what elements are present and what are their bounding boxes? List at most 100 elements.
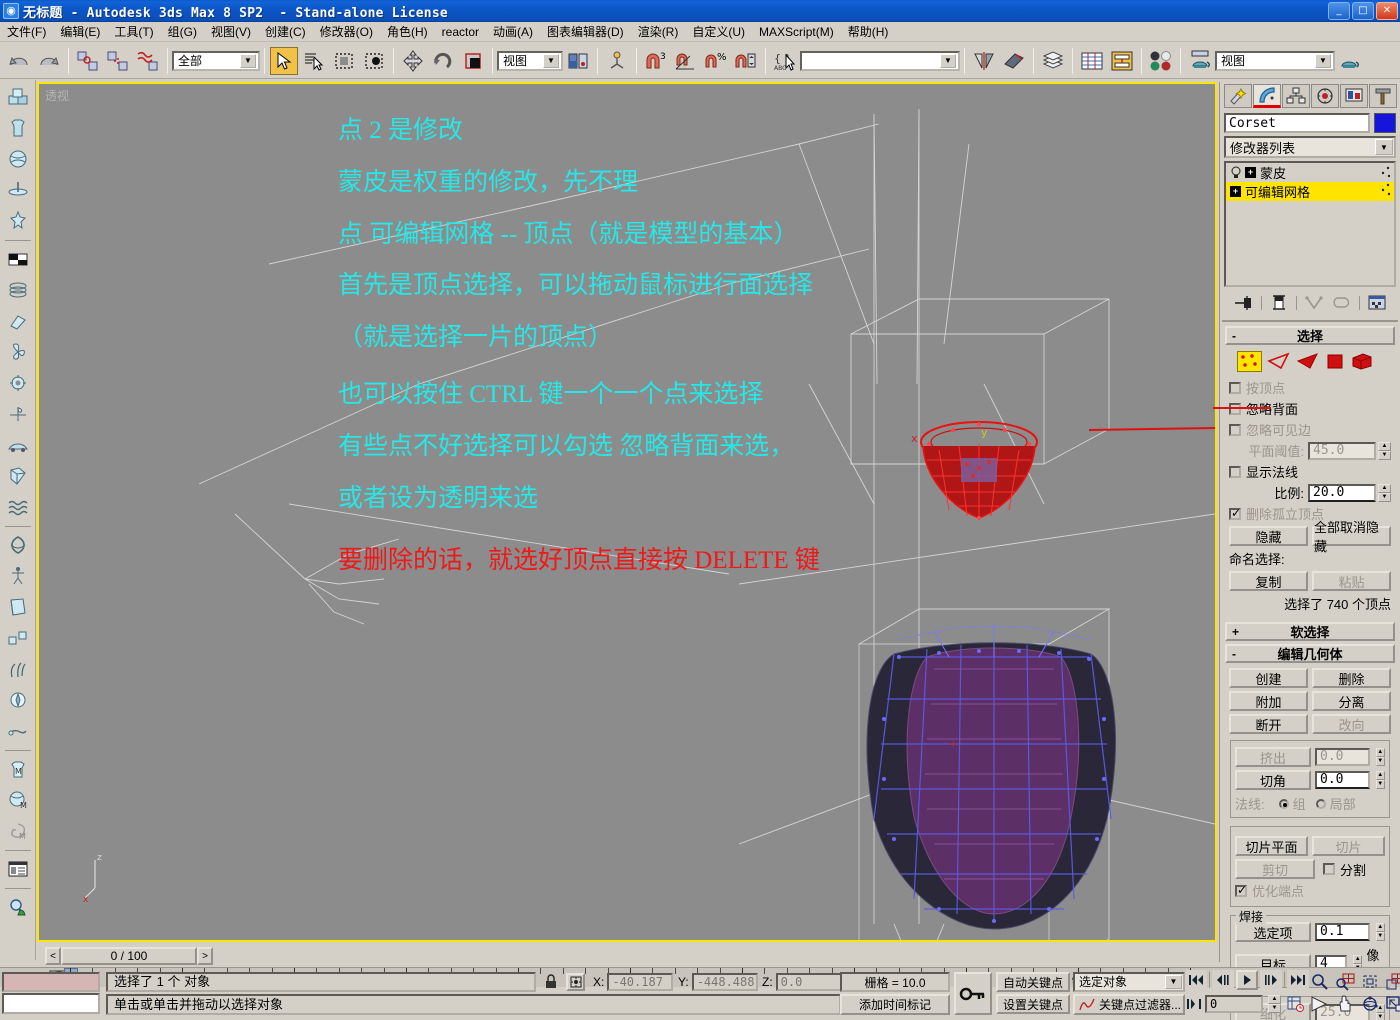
standard-primitives-icon[interactable] <box>3 82 33 112</box>
garment-maker-icon[interactable] <box>3 113 33 143</box>
chamfer-button[interactable]: 切角 <box>1235 770 1311 790</box>
chamfer-spinner[interactable]: ▲▼ <box>1376 771 1386 789</box>
go-to-start-icon[interactable] <box>1185 970 1207 990</box>
absolute-relative-transform-icon[interactable] <box>566 973 585 991</box>
maximize-button[interactable]: □ <box>1352 2 1374 20</box>
edit-geometry-rollout-header[interactable]: - 编辑几何体 <box>1225 644 1395 663</box>
motion-tab[interactable] <box>1311 84 1339 108</box>
break-button[interactable]: 断开 <box>1229 714 1308 734</box>
menu-item-6[interactable]: 修改器(O) <box>313 22 380 41</box>
show-end-result-icon[interactable] <box>1268 293 1290 313</box>
time-configuration-icon[interactable] <box>1287 996 1305 1012</box>
menu-item-8[interactable]: reactor <box>435 24 486 40</box>
modifier-stack[interactable]: +蒙皮+可编辑网格 <box>1224 161 1396 287</box>
layer-manager-icon[interactable] <box>1039 47 1067 75</box>
display-tab[interactable] <box>1340 84 1368 108</box>
spring-icon[interactable] <box>3 275 33 305</box>
menu-item-14[interactable]: 帮助(H) <box>841 22 896 41</box>
menu-item-10[interactable]: 图表编辑器(D) <box>540 22 631 41</box>
remove-modifier-icon[interactable] <box>1331 293 1353 313</box>
scale-spinner[interactable]: ▲▼ <box>1378 484 1391 502</box>
utilities-tab[interactable] <box>1369 84 1397 108</box>
garment-m-icon[interactable]: M <box>3 754 33 784</box>
water-wave-icon[interactable] <box>3 492 33 522</box>
redo-icon[interactable] <box>35 47 63 75</box>
chevron-down-icon[interactable]: ▼ <box>1315 54 1331 68</box>
chevron-down-icon[interactable]: ▼ <box>1375 139 1393 155</box>
selection-set-combo[interactable]: 选定对象 ▼ <box>1073 972 1185 992</box>
spinner-snap-icon[interactable] <box>732 47 760 75</box>
cloth-panel-icon[interactable] <box>3 461 33 491</box>
compass-icon[interactable] <box>3 685 33 715</box>
unhide-all-button[interactable]: 全部取消隐藏 <box>1312 526 1391 546</box>
select-by-name-icon[interactable] <box>300 47 328 75</box>
menu-item-13[interactable]: MAXScript(M) <box>752 24 841 40</box>
unlink-selection-icon[interactable] <box>104 47 132 75</box>
menu-item-11[interactable]: 渲染(R) <box>631 22 686 41</box>
key-mode-icon[interactable] <box>1186 998 1202 1010</box>
close-button[interactable]: ✕ <box>1376 2 1398 20</box>
delete-button[interactable]: 删除 <box>1312 668 1391 688</box>
modifier-stack-item-1[interactable]: +可编辑网格 <box>1226 182 1394 201</box>
menu-item-9[interactable]: 动画(A) <box>486 22 540 41</box>
gear-icon[interactable] <box>3 368 33 398</box>
render-scene-icon[interactable] <box>1186 47 1214 75</box>
undo-icon[interactable] <box>5 47 33 75</box>
y-field[interactable]: -448.488 <box>692 973 758 991</box>
configure-modifier-sets-icon[interactable] <box>1366 293 1388 313</box>
maxscript-mini-listener-pink[interactable] <box>2 972 100 992</box>
next-frame-arrow[interactable]: > <box>197 947 213 965</box>
detach-button[interactable]: 分离 <box>1312 691 1391 711</box>
expand-toggle-icon[interactable]: + <box>1230 186 1241 197</box>
selection-filter-combo[interactable]: 全部 ▼ <box>172 51 260 71</box>
chevron-down-icon[interactable]: ▼ <box>940 54 956 68</box>
sphere-icon[interactable] <box>3 144 33 174</box>
hair-icon[interactable] <box>3 654 33 684</box>
menu-item-4[interactable]: 视图(V) <box>204 22 258 41</box>
face-sublevel[interactable] <box>1296 352 1320 371</box>
extrude-amount-field[interactable]: 0.0 <box>1315 748 1370 766</box>
propeller-icon[interactable] <box>3 337 33 367</box>
extrude-spinner[interactable]: ▲▼ <box>1376 748 1386 766</box>
hide-button[interactable]: 隐藏 <box>1229 526 1308 546</box>
copy-objects-icon[interactable] <box>3 623 33 653</box>
cut-button[interactable]: 剪切 <box>1235 859 1315 879</box>
menu-item-3[interactable]: 组(G) <box>161 22 204 41</box>
perspective-viewport[interactable]: + x y <box>37 82 1217 942</box>
copy-selection-button[interactable]: 复制 <box>1229 571 1308 591</box>
menu-item-12[interactable]: 自定义(U) <box>685 22 752 41</box>
quick-render-icon[interactable] <box>1336 47 1364 75</box>
split-checkbox[interactable] <box>1323 863 1335 875</box>
element-sublevel[interactable] <box>1350 352 1374 371</box>
current-frame-spinner[interactable]: ▲▼ <box>1268 995 1281 1013</box>
chamfer-amount-field[interactable]: 0.0 <box>1315 771 1370 789</box>
angle-snap-icon[interactable] <box>672 47 700 75</box>
zoom-all-icon[interactable] <box>1333 971 1357 993</box>
lightbulb-icon[interactable] <box>1230 166 1242 180</box>
prev-frame-arrow[interactable]: < <box>45 947 61 965</box>
next-frame-icon[interactable] <box>1260 970 1282 990</box>
go-to-end-icon[interactable] <box>1287 970 1309 990</box>
named-selection-set-combo[interactable]: ▼ <box>800 51 960 71</box>
by-vertex-checkbox-row[interactable]: 按顶点 <box>1229 378 1391 397</box>
windmill-icon[interactable] <box>3 399 33 429</box>
sphere-m-icon[interactable]: M <box>3 785 33 815</box>
ignore-visible-edges-checkbox-row[interactable]: 忽略可见边 <box>1229 420 1391 439</box>
torus-knot-icon[interactable] <box>3 530 33 560</box>
zoom-world-icon[interactable] <box>3 892 33 922</box>
paste-selection-button[interactable]: 粘贴 <box>1312 571 1391 591</box>
expand-toggle-icon[interactable]: + <box>1245 167 1256 178</box>
attach-button[interactable]: 附加 <box>1229 691 1308 711</box>
planar-threshold-field[interactable]: 45.0 <box>1308 442 1376 460</box>
slice-plane-button[interactable]: 切片平面 <box>1235 836 1308 856</box>
capsule-icon[interactable] <box>3 306 33 336</box>
menu-item-2[interactable]: 工具(T) <box>107 22 160 41</box>
add-time-tag-button[interactable]: 添加时间标记 <box>840 994 950 1015</box>
ignore-backfacing-checkbox-row[interactable]: 忽略背面 <box>1229 399 1391 418</box>
auto-key-button[interactable]: 自动关键点 <box>996 972 1070 992</box>
x-field[interactable]: -40.187 <box>607 973 673 991</box>
normal-group-radio[interactable] <box>1279 799 1289 809</box>
schematic-view-icon[interactable] <box>1108 47 1136 75</box>
set-key-button[interactable]: 设置关键点 <box>996 994 1070 1014</box>
current-frame-field[interactable]: 0 <box>1205 995 1263 1013</box>
